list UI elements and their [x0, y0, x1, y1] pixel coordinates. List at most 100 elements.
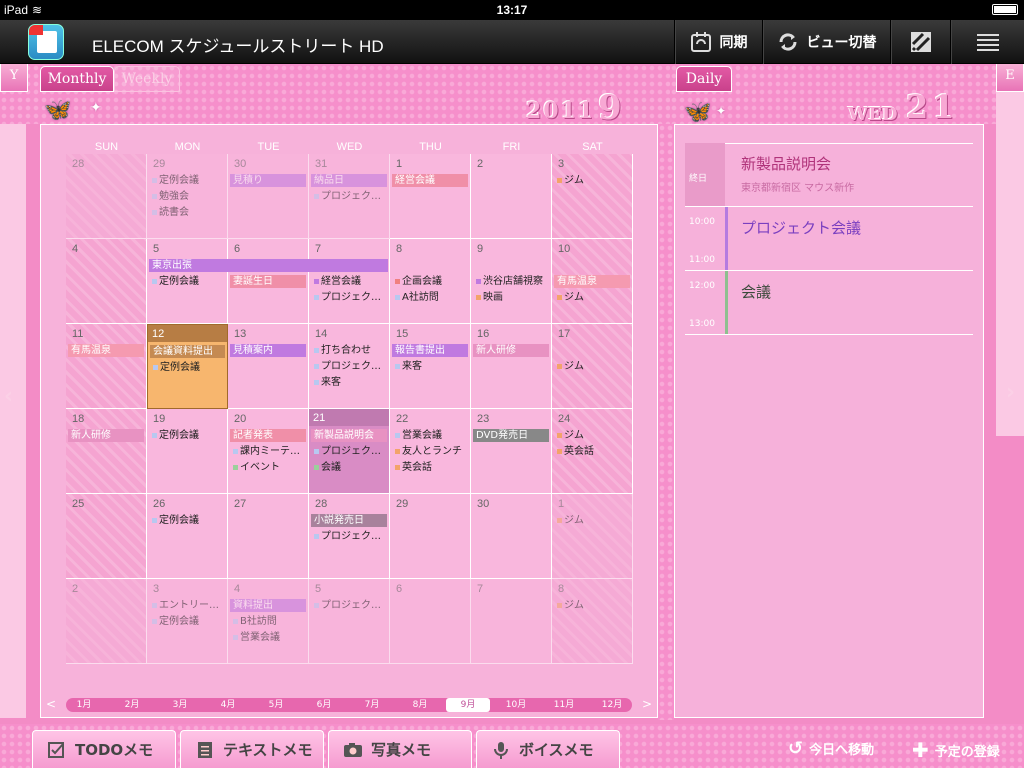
event-bar[interactable]: 有馬温泉	[554, 275, 630, 288]
day-cell[interactable]: 6 妻誕生日	[228, 239, 309, 324]
day-cell[interactable]: 7 経営会議 プロジェク…	[309, 239, 390, 324]
event-bar[interactable]: 妻誕生日	[230, 275, 306, 288]
next-month-arrow-icon[interactable]: ›	[1006, 380, 1015, 405]
day-cell[interactable]: 3 ジム	[552, 154, 633, 239]
event-item[interactable]: ジム	[556, 599, 629, 613]
month-aug[interactable]: 8月	[398, 698, 442, 712]
event-bar[interactable]: 報告書提出	[392, 344, 468, 357]
day-cell[interactable]: 29 定例会議 勉強会 読書会	[147, 154, 228, 239]
month-nov[interactable]: 11月	[542, 698, 586, 712]
event-bar[interactable]: 見積り	[230, 174, 306, 187]
day-cell[interactable]: 17 ジム	[552, 324, 633, 409]
elecom-logo-button[interactable]	[890, 20, 950, 64]
day-cell[interactable]: 16 新人研修	[471, 324, 552, 409]
event-item[interactable]: 来客	[394, 360, 467, 374]
event-item[interactable]: 定例会議	[151, 514, 224, 528]
sync-button[interactable]: 同期	[674, 20, 762, 64]
text-memo-button[interactable]: テキストメモ	[180, 730, 324, 768]
event-item[interactable]: プロジェク…	[313, 530, 386, 544]
event-item[interactable]: 友人とランチ	[394, 445, 467, 459]
day-cell[interactable]: 2	[471, 154, 552, 239]
day-cell[interactable]: 1 ジム	[552, 494, 633, 579]
month-jun[interactable]: 6月	[302, 698, 346, 712]
month-oct[interactable]: 10月	[494, 698, 538, 712]
event-item[interactable]: 定例会議	[151, 174, 224, 188]
day-cell[interactable]: 31 納品日 プロジェク…	[309, 154, 390, 239]
day-cell[interactable]: 7	[471, 579, 552, 664]
prev-month-arrow-icon[interactable]: ‹	[4, 384, 13, 409]
next-year-arrow-icon[interactable]: >	[642, 697, 652, 711]
day-cell[interactable]: 18 新人研修	[66, 409, 147, 494]
day-cell[interactable]: 28 小説発売日 プロジェク…	[309, 494, 390, 579]
event-item[interactable]: 定例会議	[152, 361, 224, 375]
event-item[interactable]: 営業会議	[394, 429, 467, 443]
event-item[interactable]: 映画	[475, 291, 548, 305]
day-cell[interactable]: 13 見積案内	[228, 324, 309, 409]
tab-daily[interactable]: Daily	[676, 66, 732, 92]
day-cell[interactable]: 1 経営会議	[390, 154, 471, 239]
day-cell[interactable]: 25	[66, 494, 147, 579]
prev-year-arrow-icon[interactable]: <	[46, 697, 56, 711]
event-bar[interactable]: 新製品説明会	[311, 429, 387, 442]
day-cell[interactable]: 11 有馬温泉	[66, 324, 147, 409]
day-cell[interactable]: 27	[228, 494, 309, 579]
day-cell[interactable]: 8 企画会議 A社訪問	[390, 239, 471, 324]
event-bar[interactable]: DVD発売日	[473, 429, 549, 442]
event-bar[interactable]: 新人研修	[473, 344, 549, 357]
event-item[interactable]: ジム	[556, 360, 629, 374]
event-bar[interactable]: 有馬温泉	[68, 344, 144, 357]
event-item[interactable]: 会議	[313, 461, 386, 475]
event-item[interactable]: 営業会議	[232, 631, 305, 645]
event-item[interactable]: ジム	[556, 514, 629, 528]
event-item[interactable]: 経営会議	[313, 275, 386, 289]
day-cell[interactable]: 26 定例会議	[147, 494, 228, 579]
event-bar[interactable]: 小説発売日	[311, 514, 387, 527]
day-cell[interactable]: 5 プロジェク…	[309, 579, 390, 664]
month-apr[interactable]: 4月	[206, 698, 250, 712]
tab-weekly[interactable]: Weekly	[114, 66, 180, 92]
day-cell[interactable]: 20 記者発表 課内ミーテ… イベント	[228, 409, 309, 494]
tab-monthly[interactable]: Monthly	[40, 66, 114, 92]
event-item[interactable]: 渋谷店舗視察	[475, 275, 548, 289]
event-item[interactable]: プロジェク…	[313, 291, 386, 305]
event-item[interactable]: A社訪問	[394, 291, 467, 305]
event-item[interactable]: 定例会議	[151, 615, 224, 629]
day-cell[interactable]: 30	[471, 494, 552, 579]
event-item[interactable]: ジム	[556, 291, 629, 305]
event-item[interactable]: 打ち合わせ	[313, 344, 386, 358]
app-icon[interactable]	[28, 24, 64, 60]
event-item[interactable]: プロジェク…	[313, 190, 386, 204]
day-cell[interactable]: 9 渋谷店舗視察 映画	[471, 239, 552, 324]
voice-memo-button[interactable]: ボイスメモ	[476, 730, 620, 768]
month-mar[interactable]: 3月	[158, 698, 202, 712]
photo-memo-button[interactable]: 写真メモ	[328, 730, 472, 768]
event-bar[interactable]: 見積案内	[230, 344, 306, 357]
event-item[interactable]: ジム	[556, 429, 629, 443]
event-bar[interactable]: 納品日	[311, 174, 387, 187]
day-cell[interactable]: 30 見積り	[228, 154, 309, 239]
year-tab[interactable]: Y	[0, 64, 28, 92]
event-bar[interactable]: 記者発表	[230, 429, 306, 442]
event-item[interactable]: ジム	[556, 174, 629, 188]
day-cell[interactable]: 29	[390, 494, 471, 579]
daily-event-item[interactable]: 12:00 13:00 会議	[685, 271, 973, 335]
month-may[interactable]: 5月	[254, 698, 298, 712]
day-cell[interactable]: 10 有馬温泉 ジム	[552, 239, 633, 324]
event-item[interactable]: 定例会議	[151, 275, 224, 289]
day-cell[interactable]: 23 DVD発売日	[471, 409, 552, 494]
event-bar[interactable]: 会議資料提出	[150, 345, 225, 358]
day-cell[interactable]: 3 エントリー… 定例会議	[147, 579, 228, 664]
daily-event-item[interactable]: 10:00 11:00 プロジェクト会議	[685, 207, 973, 271]
day-cell[interactable]: 6	[390, 579, 471, 664]
add-event-button[interactable]: ✚ 予定の登録	[912, 738, 1000, 762]
event-item[interactable]: プロジェク…	[313, 360, 386, 374]
day-cell[interactable]: 14 打ち合わせ プロジェク… 来客	[309, 324, 390, 409]
event-item[interactable]: 企画会議	[394, 275, 467, 289]
event-item[interactable]: 英会話	[394, 461, 467, 475]
event-bar[interactable]: 新人研修	[68, 429, 144, 442]
menu-button[interactable]	[950, 20, 1024, 64]
event-item[interactable]: プロジェク…	[313, 445, 386, 459]
event-item[interactable]: 課内ミーテ…	[232, 445, 305, 459]
event-item[interactable]: 勉強会	[151, 190, 224, 204]
day-cell[interactable]: 22 営業会議 友人とランチ 英会話	[390, 409, 471, 494]
